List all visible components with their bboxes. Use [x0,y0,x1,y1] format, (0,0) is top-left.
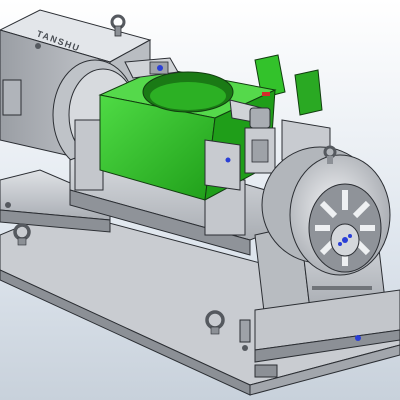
cad-viewport: TANSHU [0,0,400,400]
assembly-drawing: TANSHU [0,9,400,396]
locating-block-left [204,139,241,191]
marker-red [262,92,270,96]
marker-dot [157,65,163,71]
